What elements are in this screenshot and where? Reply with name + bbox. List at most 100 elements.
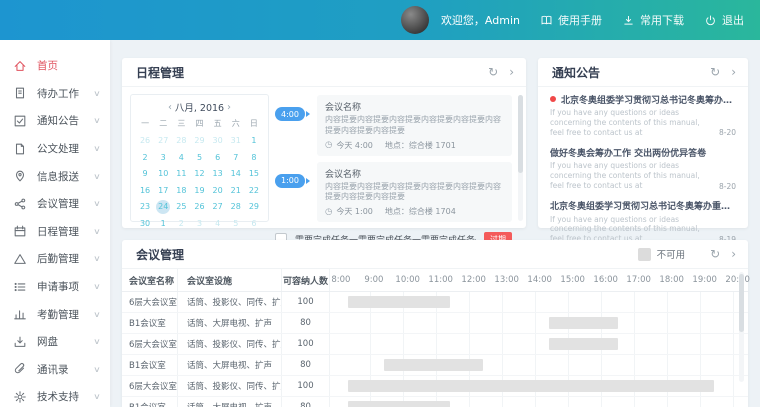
calendar-day[interactable]: 3	[190, 216, 208, 233]
room-row[interactable]: 6层大会议室话筒、投影仪、同传、扩声100	[122, 376, 748, 397]
hour-label: 14:00	[527, 275, 552, 285]
calendar-day[interactable]: 28	[172, 133, 190, 150]
calendar-day[interactable]: 2	[172, 216, 190, 233]
logout-button[interactable]: 退出	[704, 12, 744, 28]
book-icon	[540, 14, 553, 27]
room-row[interactable]: 6层大会议室话筒、投影仪、同传、扩声100	[122, 334, 748, 355]
calendar-day[interactable]: 12	[190, 166, 208, 183]
sidebar-item-tray-download[interactable]: 网盘∨	[0, 328, 110, 356]
hour-label: 17:00	[626, 275, 651, 285]
calendar-day[interactable]: 23	[136, 199, 154, 216]
calendar-day[interactable]: 19	[190, 183, 208, 200]
next-month-button[interactable]: ›	[227, 102, 231, 113]
notices-panel-header: 通知公告 ↻ ›	[538, 58, 748, 87]
calendar-day[interactable]: 30	[136, 216, 154, 233]
calendar-day[interactable]: 7	[227, 150, 245, 167]
calendar-day[interactable]: 31	[227, 133, 245, 150]
hour-label: 18:00	[659, 275, 684, 285]
scrollbar-thumb[interactable]	[739, 274, 744, 332]
meeting-card[interactable]: 会议名称内容提要内容提要内容提要内容提要内容提要内容提要内容提要内容提要◷今天 …	[317, 162, 512, 223]
calendar-day[interactable]: 6	[209, 150, 227, 167]
sidebar-item-share[interactable]: 会议管理∨	[0, 190, 110, 218]
calendar-day[interactable]: 22	[245, 183, 263, 200]
rooms-table-header: 会议室名称会议室设施可容纳人数8:009:0010:0011:0012:0013…	[122, 269, 748, 292]
refresh-icon[interactable]: ↻	[710, 248, 720, 260]
sidebar-item-pin[interactable]: 信息报送∨	[0, 162, 110, 190]
calendar-day[interactable]: 21	[227, 183, 245, 200]
legend-label: 不可用	[657, 247, 686, 261]
refresh-icon[interactable]: ↻	[710, 66, 720, 78]
sidebar-item-document[interactable]: 公文处理∨	[0, 135, 110, 163]
busy-bar	[549, 338, 618, 350]
notice-item[interactable]: 北京冬奥组委学习贯彻习总书记冬奥筹办重要讲话精神If you have any …	[538, 194, 748, 247]
notice-date: 8-20	[719, 128, 736, 137]
calendar-day[interactable]: 4	[209, 216, 227, 233]
calendar-day[interactable]: 25	[172, 199, 190, 216]
sidebar-item-gear[interactable]: 技术支持∨	[0, 383, 110, 407]
calendar-day[interactable]: 29	[245, 199, 263, 216]
calendar-day[interactable]: 5	[227, 216, 245, 233]
chevron-right-icon[interactable]: ›	[731, 66, 736, 78]
room-timeline	[330, 397, 748, 407]
calendar-day[interactable]: 28	[227, 199, 245, 216]
sidebar-item-bar-chart[interactable]: 考勤管理∨	[0, 300, 110, 328]
chevron-right-icon[interactable]: ›	[731, 248, 736, 260]
manual-button[interactable]: 使用手册	[540, 12, 602, 28]
triangle-icon	[13, 251, 28, 266]
calendar-day[interactable]: 4	[172, 150, 190, 167]
calendar-day[interactable]: 17	[154, 183, 172, 200]
calendar-day[interactable]: 11	[172, 166, 190, 183]
room-capacity: 100	[282, 334, 330, 354]
calendar-day[interactable]: 5	[190, 150, 208, 167]
refresh-icon[interactable]: ↻	[488, 66, 498, 78]
sidebar-item-memo[interactable]: 待办工作∨	[0, 80, 110, 108]
calendar-day[interactable]: 8	[245, 150, 263, 167]
room-row[interactable]: B1会议室话筒、大屏电视、扩声80	[122, 355, 748, 376]
calendar-day[interactable]: 10	[154, 166, 172, 183]
sidebar-item-paperclip[interactable]: 通讯录∨	[0, 356, 110, 384]
calendar-day[interactable]: 27	[209, 199, 227, 216]
sidebar-item-calendar[interactable]: 日程管理∨	[0, 218, 110, 246]
room-facilities: 话筒、投影仪、同传、扩声	[178, 376, 282, 396]
meeting-card[interactable]: 会议名称内容提要内容提要内容提要内容提要内容提要内容提要内容提要内容提要◷今天 …	[317, 95, 512, 156]
calendar-day[interactable]: 27	[154, 133, 172, 150]
notice-item[interactable]: 北京冬奥组委学习贯彻习总书记冬奥筹办重要讲话精神If you have any …	[538, 87, 748, 140]
calendar-day[interactable]: 13	[209, 166, 227, 183]
room-row[interactable]: B1会议室话筒、大屏电视、扩声80	[122, 397, 748, 407]
room-capacity: 80	[282, 313, 330, 333]
calendar-day[interactable]: 14	[227, 166, 245, 183]
calendar-day[interactable]: 9	[136, 166, 154, 183]
sidebar-item-list[interactable]: 申请事项∨	[0, 273, 110, 301]
calendar-day[interactable]: 3	[154, 150, 172, 167]
calendar-day[interactable]: 30	[209, 133, 227, 150]
calendar-day[interactable]: 16	[136, 183, 154, 200]
calendar-day[interactable]: 20	[209, 183, 227, 200]
sidebar-item-label: 后勤管理	[37, 251, 79, 266]
selected-day: 24	[156, 200, 170, 214]
calendar-day[interactable]: 1	[245, 133, 263, 150]
avatar[interactable]	[401, 6, 429, 34]
sidebar-item-triangle[interactable]: 后勤管理∨	[0, 245, 110, 273]
room-row[interactable]: B1会议室话筒、大屏电视、扩声80	[122, 313, 748, 334]
calendar-day[interactable]: 1	[154, 216, 172, 233]
timeline-scrollbar[interactable]	[739, 272, 744, 382]
scrollbar-thumb[interactable]	[518, 95, 523, 173]
downloads-button[interactable]: 常用下载	[622, 12, 684, 28]
calendar-day[interactable]: 26	[136, 133, 154, 150]
sidebar-item-check-square[interactable]: 通知公告∨	[0, 107, 110, 135]
chevron-right-icon[interactable]: ›	[509, 66, 514, 78]
dashboard-page: { "header": { "welcome": "欢迎您，Admin", "m…	[0, 0, 760, 407]
sidebar: 首页待办工作∨通知公告∨公文处理∨信息报送∨会议管理∨日程管理∨后勤管理∨申请事…	[0, 40, 110, 407]
calendar-day[interactable]: 29	[190, 133, 208, 150]
calendar-day[interactable]: 18	[172, 183, 190, 200]
calendar-day[interactable]: 26	[190, 199, 208, 216]
schedule-scrollbar[interactable]	[518, 95, 523, 221]
calendar-day[interactable]: 24	[154, 199, 172, 216]
calendar-day[interactable]: 6	[245, 216, 263, 233]
prev-month-button[interactable]: ‹	[168, 102, 172, 113]
calendar-day[interactable]: 2	[136, 150, 154, 167]
notice-item[interactable]: 做好冬奥会筹办工作 交出两份优异答卷If you have any questi…	[538, 140, 748, 193]
room-row[interactable]: 6层大会议室话筒、投影仪、同传、扩声100	[122, 292, 748, 313]
sidebar-item-home[interactable]: 首页	[0, 52, 110, 80]
calendar-day[interactable]: 15	[245, 166, 263, 183]
